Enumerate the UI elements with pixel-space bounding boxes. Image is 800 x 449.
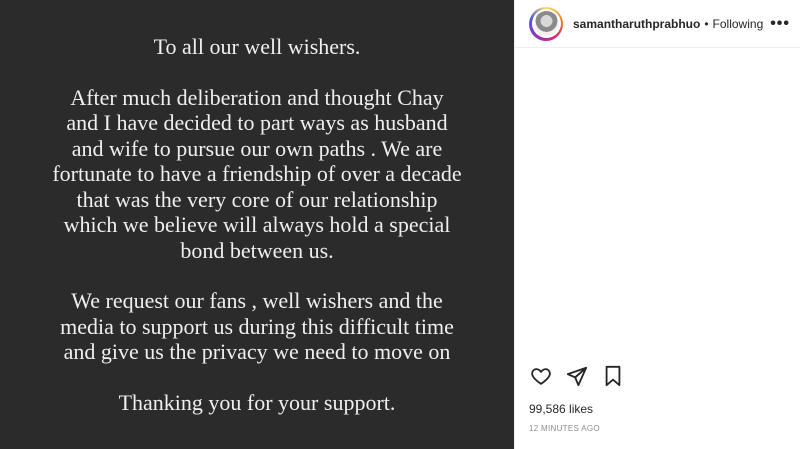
action-bar [529,364,790,388]
post-timestamp: 12 MINUTES AGO [529,424,600,433]
text-line: Thanking you for your support. [118,389,396,415]
statement-paragraph-1: After much deliberation and thought Chay… [52,85,461,264]
text-line: We request our fans , well wishers and t… [71,288,443,313]
text-line: After much deliberation and thought Chay [70,84,444,110]
greeting-text: To all our well wishers. [154,34,361,60]
share-icon[interactable] [565,364,589,388]
text-line: that was the very core of our relationsh… [76,186,438,212]
heart-icon[interactable] [529,364,553,388]
bookmark-icon[interactable] [601,364,625,388]
text-line: fortunate to have a friendship of over a… [52,161,462,186]
post-image[interactable]: To all our well wishers. After much deli… [0,0,514,449]
text-line: media to support us during this difficul… [60,313,454,339]
text-line: bond between us. [180,237,334,263]
text-line: and give us the privacy we need to move … [63,339,451,364]
profile-photo [533,11,559,36]
closing-text: Thanking you for your support. [119,390,396,416]
username-link[interactable]: samantharuthprabhuo [573,17,700,31]
following-button[interactable]: Following [713,17,764,31]
post-header: samantharuthprabhuo • Following ••• [515,0,800,48]
post-sidebar: samantharuthprabhuo • Following ••• 99,5… [514,0,800,449]
statement-paragraph-2: We request our fans , well wishers and t… [60,288,454,365]
separator-dot: • [704,16,709,31]
text-line: and I have decided to part ways as husba… [66,110,448,135]
instagram-post: To all our well wishers. After much deli… [0,0,800,449]
avatar-frame [531,9,561,38]
text-line: which we believe will always hold a spec… [63,212,451,237]
text-line: and wife to pursue our own paths . We ar… [71,135,443,161]
more-options-icon[interactable]: ••• [770,15,790,32]
avatar[interactable] [529,6,563,41]
likes-count[interactable]: 99,586 likes [529,402,593,416]
text-line: To all our well wishers. [153,34,361,59]
